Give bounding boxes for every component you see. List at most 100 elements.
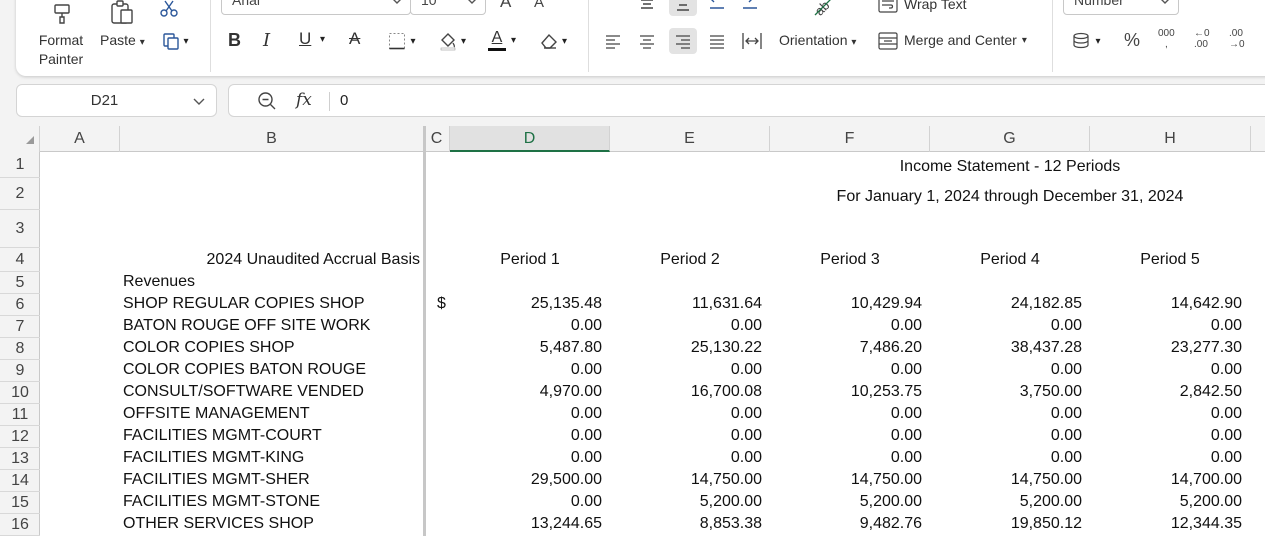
column-header-f[interactable]: F [770, 126, 930, 152]
value-cell[interactable]: 5,200.00 [930, 492, 1082, 512]
row-header[interactable]: 5 [0, 272, 40, 294]
decrease-font-icon[interactable]: A- [534, 0, 547, 11]
align-right-icon[interactable] [669, 28, 697, 54]
value-cell[interactable]: 0.00 [1090, 404, 1242, 424]
line-item-label[interactable]: OTHER SERVICES SHOP [123, 514, 314, 534]
value-cell[interactable]: 25,130.22 [610, 338, 762, 358]
row-header[interactable]: 8 [0, 338, 40, 360]
row-header[interactable]: 10 [0, 382, 40, 404]
accounting-format-button[interactable]: ▾ [1066, 30, 1106, 52]
value-cell[interactable]: 0.00 [770, 448, 922, 468]
line-item-label[interactable]: FACILITIES MGMT-SHER [123, 470, 310, 490]
row-header[interactable]: 9 [0, 360, 40, 382]
section-label[interactable]: Revenues [123, 272, 195, 292]
row-header[interactable]: 15 [0, 492, 40, 514]
value-cell[interactable]: 29,500.00 [450, 470, 602, 490]
line-item-label[interactable]: CONSULT/SOFTWARE VENDED [123, 382, 364, 402]
report-title[interactable]: Income Statement - 12 Periods [780, 157, 1240, 177]
value-cell[interactable]: 0.00 [1090, 426, 1242, 446]
value-cell[interactable]: 0.00 [930, 404, 1082, 424]
increase-indent-icon[interactable] [738, 0, 762, 14]
value-cell[interactable]: 38,437.28 [930, 338, 1082, 358]
merge-center-button[interactable]: Merge and Center ▾ [878, 31, 1027, 50]
period-header[interactable]: Period 4 [930, 250, 1090, 270]
value-cell[interactable]: 5,487.80 [450, 338, 602, 358]
value-cell[interactable]: 25,135.48 [450, 294, 602, 314]
value-cell[interactable]: 5,200.00 [1090, 492, 1242, 512]
value-cell[interactable]: 14,642.90 [1090, 294, 1242, 314]
row-header[interactable]: 3 [0, 210, 40, 248]
period-header[interactable]: Period 1 [450, 250, 610, 270]
percent-icon[interactable]: % [1124, 30, 1140, 51]
value-cell[interactable]: 0.00 [450, 492, 602, 512]
row-header[interactable]: 7 [0, 316, 40, 338]
value-cell[interactable]: 9,482.76 [770, 514, 922, 534]
value-cell[interactable]: 0.00 [610, 426, 762, 446]
name-box[interactable]: D21 [16, 84, 217, 117]
row-header[interactable]: 1 [0, 152, 40, 178]
copy-button[interactable]: ▾ [158, 30, 192, 52]
value-cell[interactable]: 0.00 [1090, 360, 1242, 380]
line-item-label[interactable]: COLOR COPIES BATON ROUGE [123, 360, 366, 380]
value-cell[interactable]: 4,970.00 [450, 382, 602, 402]
line-item-label[interactable]: FACILITIES MGMT-STONE [123, 492, 320, 512]
line-item-label[interactable]: SHOP REGULAR COPIES SHOP [123, 294, 365, 314]
line-item-label[interactable]: FACILITIES MGMT-COURT [123, 426, 322, 446]
basis-label[interactable]: 2024 Unaudited Accrual Basis [124, 250, 420, 270]
format-painter-icon[interactable] [50, 0, 76, 26]
bold-icon[interactable]: B [228, 30, 241, 51]
line-item-label[interactable]: COLOR COPIES SHOP [123, 338, 295, 358]
value-cell[interactable]: 0.00 [610, 448, 762, 468]
value-cell[interactable]: 0.00 [1090, 448, 1242, 468]
value-cell[interactable]: 2,842.50 [1090, 382, 1242, 402]
orientation-button[interactable]: Orientation ▾ [779, 31, 856, 52]
value-cell[interactable]: 0.00 [450, 360, 602, 380]
value-cell[interactable]: 13,244.65 [450, 514, 602, 534]
period-header[interactable]: Period 3 [770, 250, 930, 270]
value-cell[interactable]: 14,700.00 [1090, 470, 1242, 490]
value-cell[interactable]: 14,750.00 [610, 470, 762, 490]
row-header[interactable]: 16 [0, 514, 40, 536]
value-cell[interactable]: 0.00 [450, 448, 602, 468]
column-header-d[interactable]: D [450, 126, 610, 152]
value-cell[interactable]: 14,750.00 [930, 470, 1082, 490]
orientation-icon[interactable]: ab [808, 0, 838, 20]
decrease-decimal-icon[interactable]: .00 →0 [1229, 28, 1245, 50]
currency-symbol[interactable]: $ [437, 294, 446, 314]
line-item-label[interactable]: FACILITIES MGMT-KING [123, 448, 304, 468]
value-cell[interactable]: 14,750.00 [770, 470, 922, 490]
value-cell[interactable]: 0.00 [930, 448, 1082, 468]
value-cell[interactable]: 0.00 [770, 426, 922, 446]
value-cell[interactable]: 5,200.00 [610, 492, 762, 512]
strikethrough-icon[interactable]: A [349, 29, 360, 49]
insert-function-icon[interactable]: fx [296, 90, 312, 110]
value-cell[interactable]: 19,850.12 [930, 514, 1082, 534]
column-header-g[interactable]: G [930, 126, 1090, 152]
format-painter-label[interactable]: Format Painter [36, 31, 86, 69]
value-cell[interactable]: 0.00 [770, 360, 922, 380]
period-header[interactable]: Period 2 [610, 250, 770, 270]
distributed-icon[interactable] [738, 30, 766, 52]
cut-icon[interactable] [158, 0, 180, 20]
row-header[interactable]: 2 [0, 178, 40, 210]
font-size-select[interactable]: 10 [410, 0, 486, 15]
chevron-down-icon[interactable]: ▾ [320, 34, 325, 45]
align-middle-icon[interactable] [635, 0, 659, 14]
row-header[interactable]: 12 [0, 426, 40, 448]
value-cell[interactable]: 0.00 [610, 404, 762, 424]
column-header-a[interactable]: A [40, 126, 120, 152]
value-cell[interactable]: 8,853.38 [610, 514, 762, 534]
value-cell[interactable]: 10,429.94 [770, 294, 922, 314]
line-item-label[interactable]: BATON ROUGE OFF SITE WORK [123, 316, 370, 336]
column-header-e[interactable]: E [610, 126, 770, 152]
row-header[interactable]: 13 [0, 448, 40, 470]
row-header[interactable]: 14 [0, 470, 40, 492]
value-cell[interactable]: 0.00 [770, 404, 922, 424]
justify-icon[interactable] [705, 30, 729, 52]
paste-button[interactable]: Paste ▾ [100, 31, 145, 52]
zoom-icon[interactable] [257, 91, 277, 111]
number-format-select[interactable]: Number [1063, 0, 1179, 15]
report-subtitle[interactable]: For January 1, 2024 through December 31,… [780, 187, 1240, 207]
font-name-select[interactable]: Arial [221, 0, 411, 15]
increase-font-icon[interactable]: A+ [500, 0, 517, 12]
